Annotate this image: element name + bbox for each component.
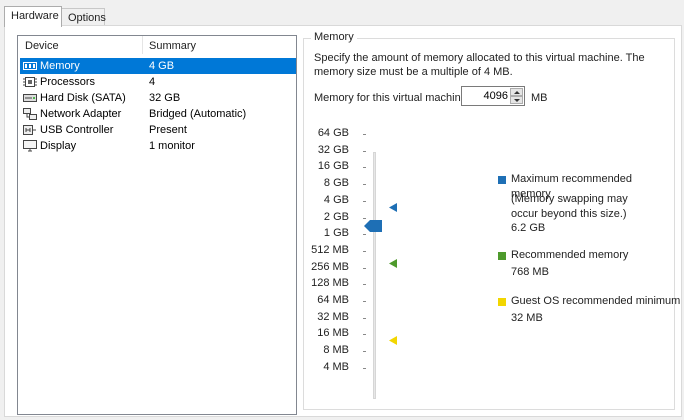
scale-tick [363, 284, 366, 286]
guest-os-minimum-marker [389, 336, 397, 348]
device-name: Processors [40, 76, 96, 88]
scale-tick [363, 351, 366, 353]
device-name: Memory [40, 60, 80, 72]
scale-label: 128 MB [311, 277, 349, 290]
device-summary: 4 [149, 76, 156, 88]
memory-slider-track[interactable] [373, 152, 376, 399]
scale-tick [363, 334, 366, 336]
memory-input[interactable] [464, 88, 508, 104]
arrow-up-icon [514, 91, 520, 94]
memory-field-label: Memory for this virtual machine: [314, 92, 470, 104]
device-row-hard-disk[interactable]: Hard Disk (SATA) 32 GB [20, 90, 296, 106]
scale-label: 32 MB [317, 310, 349, 323]
minimum-legend-title: Guest OS recommended minimum [511, 295, 681, 307]
decrement-button[interactable] [510, 96, 523, 104]
device-row-memory[interactable]: Memory 4 GB [20, 58, 296, 74]
device-row-network-adapter[interactable]: Network Adapter Bridged (Automatic) [20, 106, 296, 122]
tab-hardware[interactable]: Hardware [4, 6, 62, 27]
recommended-legend-title: Recommended memory [511, 249, 629, 261]
increment-button[interactable] [510, 88, 523, 96]
network-adapter-icon [23, 108, 37, 120]
scale-label: 512 MB [311, 243, 349, 256]
scale-tick [363, 301, 366, 302]
memory-icon [23, 60, 37, 72]
scale-tick [363, 200, 366, 202]
device-summary: Present [149, 124, 187, 136]
scale-label: 1 GB [323, 227, 349, 240]
minimum-legend-value: 32 MB [511, 312, 543, 324]
scale-tick [363, 150, 366, 152]
scale-tick [363, 367, 366, 369]
scale-tick [363, 134, 366, 135]
device-name: Network Adapter [40, 108, 122, 120]
scale-label: 4 GB [323, 193, 349, 206]
summary-column-header[interactable]: Summary [149, 40, 196, 52]
scale-label: 256 MB [311, 260, 349, 273]
device-summary: Bridged (Automatic) [149, 108, 247, 120]
scale-label: 8 MB [323, 344, 349, 357]
scale-label: 32 GB [317, 143, 349, 156]
scale-tick [363, 217, 366, 219]
device-name: Display [40, 140, 77, 152]
display-icon [23, 140, 37, 152]
scale-label: 16 GB [317, 160, 349, 173]
memory-slider-thumb[interactable] [364, 220, 382, 235]
processor-icon [23, 76, 37, 88]
scale-label: 2 GB [323, 210, 349, 223]
scale-label: 64 MB [317, 294, 349, 306]
device-summary: 4 GB [149, 60, 175, 72]
maximum-legend-note: (Memory swapping may occur beyond this s… [511, 193, 628, 220]
device-list[interactable]: Device Summary Memory 4 GB Processors 4 … [17, 35, 297, 415]
scale-label: 4 MB [323, 360, 349, 373]
arrow-down-icon [514, 99, 520, 102]
scale-label: 8 GB [323, 177, 349, 190]
device-column-header[interactable]: Device [25, 40, 59, 52]
scale-tick [363, 250, 366, 252]
memory-description: Specify the amount of memory allocated t… [314, 52, 645, 78]
scale-tick [363, 267, 366, 269]
tab-options[interactable]: Options [61, 8, 106, 26]
device-summary: 32 GB [149, 92, 181, 104]
device-row-usb-controller[interactable]: USB Controller Present [20, 122, 296, 138]
device-name: Hard Disk (SATA) [40, 92, 126, 104]
scale-tick [363, 184, 366, 186]
hardware-panel: Device Summary Memory 4 GB Processors 4 … [4, 25, 682, 417]
maximum-legend-value: 6.2 GB [511, 222, 546, 234]
minimum-legend-swatch [498, 298, 506, 306]
scale-tick [363, 317, 366, 319]
device-name: USB Controller [40, 124, 114, 136]
memory-unit: MB [531, 92, 548, 104]
recommended-legend-value: 768 MB [511, 266, 549, 278]
scale-label: 16 MB [317, 327, 349, 340]
device-summary: 1 monitor [149, 140, 195, 152]
maximum-legend-swatch [498, 176, 506, 184]
scale-label: 64 GB [317, 127, 349, 139]
column-divider[interactable] [142, 36, 143, 54]
memory-spinbox[interactable] [461, 86, 525, 106]
recommended-legend-swatch [498, 252, 506, 260]
recommended-marker [389, 259, 397, 271]
usb-icon [23, 124, 37, 136]
device-list-header: Device Summary [18, 36, 296, 54]
hard-disk-icon [23, 92, 37, 104]
maximum-recommended-marker [389, 203, 397, 215]
scale-tick [363, 167, 366, 169]
device-row-display[interactable]: Display 1 monitor [20, 138, 296, 154]
device-row-processors[interactable]: Processors 4 [20, 74, 296, 90]
memory-group-title: Memory [311, 31, 357, 43]
